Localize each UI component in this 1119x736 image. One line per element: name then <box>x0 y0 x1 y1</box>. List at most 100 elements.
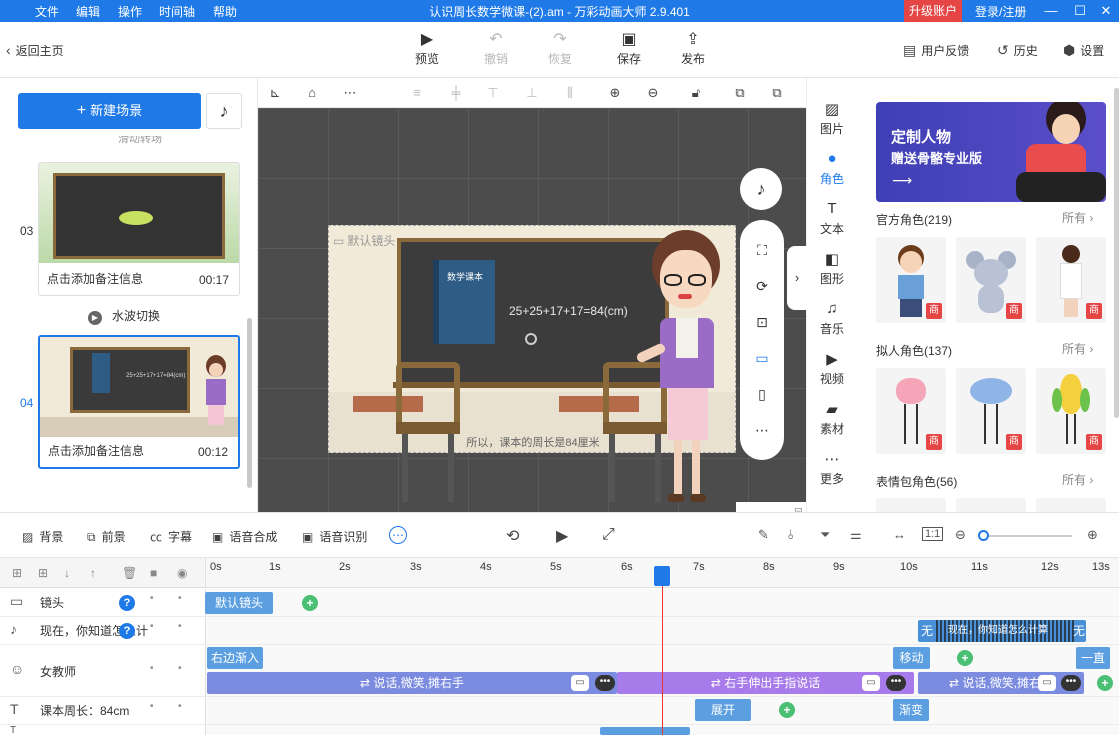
tts-button[interactable]: ▣ 语音合成 <box>212 528 277 545</box>
canvas-grid[interactable]: ♪ 数学课本 25+25+17+17=84(cm) 所以，课本的周长是84厘米 … <box>258 108 806 512</box>
comment-icon[interactable]: ▭ <box>1038 675 1056 691</box>
close-icon[interactable]: ✕ <box>1097 2 1115 20</box>
track-dot[interactable]: • <box>150 701 154 712</box>
move-animation-block[interactable]: 移动 <box>893 647 930 669</box>
align-top-icon[interactable]: ⊤ <box>484 84 502 102</box>
partial-block[interactable] <box>600 727 690 735</box>
background-button[interactable]: ▨ 背景 <box>22 528 63 545</box>
lock-icon[interactable]: ■ <box>150 566 157 580</box>
playhead-handle[interactable] <box>654 566 670 586</box>
more-circle-icon[interactable]: ⋯ <box>389 526 407 544</box>
custom-character-banner[interactable]: 定制人物 赠送骨骼专业版 ⟶ <box>876 102 1106 202</box>
see-all-emoji[interactable]: 所有 › <box>1062 471 1093 488</box>
character-card[interactable]: 商 <box>956 368 1026 454</box>
nav-shapes[interactable]: ◧ 图形 <box>807 250 857 287</box>
zoom-in-icon[interactable]: ⊕ <box>1087 527 1098 543</box>
more-circle-icon[interactable]: ⋯ <box>341 84 359 102</box>
character-card[interactable] <box>956 498 1026 512</box>
nav-characters[interactable]: ● 角色 <box>807 150 857 187</box>
fit-width-icon[interactable]: ↔ <box>893 527 906 542</box>
resource-scrollbar[interactable] <box>1114 88 1119 418</box>
distribute-icon[interactable]: ⫼ <box>561 84 579 102</box>
more-icon[interactable]: ••• <box>886 675 906 691</box>
trash-icon[interactable]: 🗑︎ <box>122 566 137 580</box>
character-card[interactable]: 商 <box>876 237 946 323</box>
save-button[interactable]: ▣ 保存 <box>606 30 652 67</box>
track-dot[interactable]: • <box>178 593 182 604</box>
zoom-in-icon[interactable]: ⊕ <box>606 84 624 102</box>
canvas-music-button[interactable]: ♪ <box>740 168 782 210</box>
nav-video[interactable]: ▶ 视频 <box>807 350 857 387</box>
home-icon[interactable]: ⌂ <box>303 84 321 102</box>
unlock-icon[interactable]: 🔓︎ <box>687 84 705 102</box>
formula-text[interactable]: 25+25+17+17=84(cm) <box>509 304 628 318</box>
character-card[interactable]: 商 <box>956 237 1026 323</box>
add-folder-icon[interactable]: ⊞ <box>12 566 22 580</box>
new-scene-button[interactable]: + 新建场景 <box>18 93 201 129</box>
fade-animation-block[interactable]: 渐变 <box>893 699 929 721</box>
track-dot[interactable]: • <box>150 621 154 632</box>
align-right-icon[interactable]: ≡ <box>408 84 426 102</box>
ratio-icon[interactable]: 1:1 <box>922 527 944 541</box>
undo-button[interactable]: ↶ 撤销 <box>473 30 519 67</box>
playhead-line[interactable] <box>662 566 663 735</box>
feedback-button[interactable]: ▤ 用户反馈 <box>903 42 969 59</box>
align-center-icon[interactable]: ╪ <box>447 84 465 102</box>
nav-assets[interactable]: ▰ 素材 <box>807 400 857 437</box>
asr-button[interactable]: ▣ 语音识别 <box>302 528 367 545</box>
scene-transition[interactable]: ▶ 水波切换 <box>88 307 160 325</box>
redo-button[interactable]: ↷ 恢复 <box>537 30 583 67</box>
align-bottom-icon[interactable]: ⊥ <box>523 84 541 102</box>
history-button[interactable]: ↺ 历史 <box>997 42 1038 59</box>
new-folder-icon[interactable]: ⊞ <box>38 566 48 580</box>
see-all-official[interactable]: 所有 › <box>1062 209 1093 226</box>
scene-note[interactable]: 点击添加备注信息 <box>48 442 144 459</box>
nav-images[interactable]: ▨ 图片 <box>807 100 857 137</box>
desktop-icon[interactable]: ▭ <box>750 346 774 370</box>
expand-animation-block[interactable]: 展开 <box>695 699 751 721</box>
minimize-icon[interactable]: ▭ <box>794 504 803 512</box>
zoom-slider-knob[interactable] <box>978 530 989 541</box>
adjust-icon[interactable]: ⚌ <box>850 527 862 543</box>
zoom-slider[interactable] <box>980 535 1072 537</box>
action-block[interactable]: ⇄ 说话,微笑,摊右手 ▭ ••• <box>918 672 1084 694</box>
camera-block[interactable]: 默认镜头 <box>205 592 273 614</box>
mobile-icon[interactable]: ▯ <box>750 382 774 406</box>
scene-music-button[interactable]: ♪ <box>206 93 242 129</box>
track-dot[interactable]: • <box>150 593 154 604</box>
add-keyframe-button[interactable]: + <box>1097 675 1113 691</box>
rotation-anchor-icon[interactable] <box>525 333 537 345</box>
more-icon[interactable]: ••• <box>595 675 615 691</box>
edit-icon[interactable]: ✎ <box>758 527 769 543</box>
teacher-character[interactable] <box>635 228 726 504</box>
minimize-icon[interactable]: — <box>1042 2 1060 20</box>
preview-button[interactable]: ▶ 预览 <box>404 30 450 67</box>
help-icon[interactable]: ? <box>119 623 135 639</box>
upgrade-button[interactable]: 升级账户 <box>904 0 962 22</box>
replay-icon[interactable]: ⟲ <box>506 526 519 546</box>
paste-icon[interactable]: ⧉ <box>768 84 786 102</box>
action-block[interactable]: ⇄ 说话,微笑,摊右手 ▭ ••• <box>207 672 617 694</box>
ruler-icon[interactable]: ⊾ <box>266 84 284 102</box>
nav-music[interactable]: ♫ 音乐 <box>807 300 857 337</box>
see-all-anthropomorphic[interactable]: 所有 › <box>1062 340 1093 357</box>
rotate-icon[interactable]: ⟳ <box>750 274 774 298</box>
more-icon[interactable]: ⋯ <box>750 418 774 442</box>
fullscreen-icon[interactable]: ⤢ <box>602 526 615 544</box>
move-up-icon[interactable]: ↑ <box>90 566 96 580</box>
filter-icon[interactable]: ⏷ <box>820 527 830 543</box>
zoom-out-icon[interactable]: ⊖ <box>955 527 966 543</box>
track-dot[interactable]: • <box>178 621 182 632</box>
track-dot[interactable]: • <box>178 663 182 674</box>
publish-button[interactable]: ⇪ 发布 <box>670 30 716 67</box>
settings-button[interactable]: ⬢ 设置 <box>1063 42 1104 59</box>
character-card[interactable]: 商 <box>1036 237 1106 323</box>
scene-card-active[interactable]: 25+25+17+17=84(cm) 点击添加备注信息 00:12 <box>38 335 240 469</box>
character-card[interactable] <box>1036 498 1106 512</box>
track-dot[interactable]: • <box>178 701 182 712</box>
play-icon[interactable]: ▶ <box>556 526 568 546</box>
maximize-icon[interactable]: ☐ <box>1071 2 1089 20</box>
move-down-icon[interactable]: ↓ <box>64 566 70 580</box>
enter-animation-block[interactable]: 右边渐入 <box>207 647 263 669</box>
continuous-animation-block[interactable]: 一直 <box>1076 647 1110 669</box>
